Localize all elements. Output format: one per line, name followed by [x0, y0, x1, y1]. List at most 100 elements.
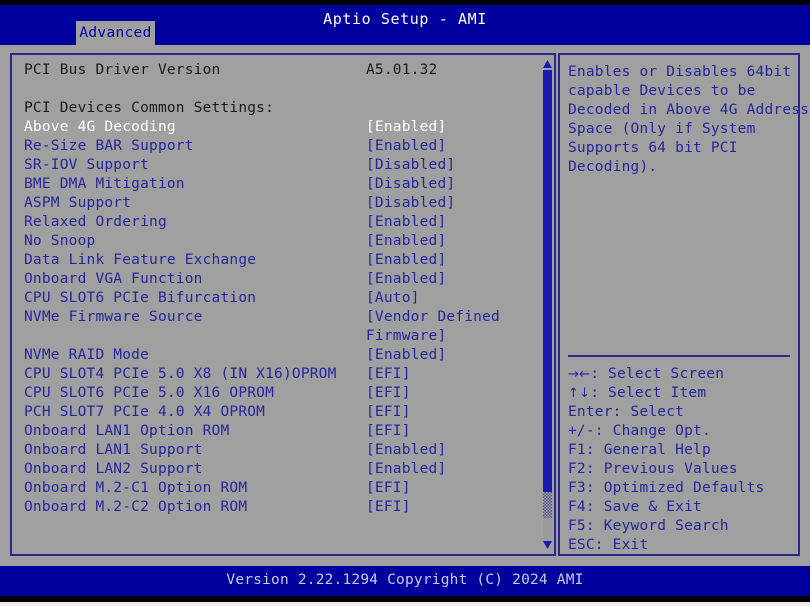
settings-row[interactable]: CPU SLOT6 PCIe 5.0 X16 OPROM [EFI] — [24, 384, 524, 403]
setting-label: Onboard LAN1 Support — [24, 442, 203, 458]
settings-row[interactable]: NVMe RAID Mode [Enabled] — [24, 346, 524, 365]
help-divider — [568, 355, 790, 357]
help-line: capable Devices to be — [568, 83, 756, 99]
setting-label: CPU SLOT6 PCIe Bifurcation — [24, 290, 257, 306]
key-hint-label: Enter: Select — [568, 404, 685, 420]
settings-row[interactable]: Onboard LAN2 Support [Enabled] — [24, 460, 524, 479]
settings-row[interactable]: CPU SLOT4 PCIe 5.0 X8 (IN X16)OPROM [EFI] — [24, 365, 524, 384]
setting-value[interactable]: [Enabled] — [366, 346, 446, 365]
setting-value[interactable]: [EFI] — [366, 479, 411, 498]
setting-value[interactable]: [Enabled] — [366, 441, 446, 460]
settings-row: PCI Devices Common Settings: — [24, 99, 524, 118]
settings-row[interactable]: NVMe Firmware Source [Vendor Defined — [24, 308, 524, 327]
setting-value[interactable]: [Enabled] — [366, 232, 446, 251]
setting-value[interactable]: [EFI] — [366, 403, 411, 422]
key-hint-label: F4: Save & Exit — [568, 499, 702, 515]
settings-row[interactable]: BME DMA Mitigation [Disabled] — [24, 175, 524, 194]
settings-row[interactable]: SR-IOV Support [Disabled] — [24, 156, 524, 175]
setting-value[interactable]: [EFI] — [366, 422, 411, 441]
triangle-down-icon[interactable] — [542, 540, 553, 549]
key-hint-label: F5: Keyword Search — [568, 518, 729, 534]
help-line: Decoded in Above 4G Address — [568, 102, 810, 118]
bottom-black-strip — [0, 596, 810, 602]
help-panel: Enables or Disables 64bit capable Devices… — [558, 53, 810, 556]
setting-label: CPU SLOT4 PCIe 5.0 X8 (IN X16)OPROM — [24, 366, 337, 382]
setting-value[interactable]: [EFI] — [366, 384, 411, 403]
setting-value[interactable]: [EFI] — [366, 365, 411, 384]
setting-value[interactable]: [Enabled] — [366, 137, 446, 156]
settings-row[interactable]: No Snoop [Enabled] — [24, 232, 524, 251]
settings-row[interactable]: Onboard M.2-C2 Option ROM [EFI] — [24, 498, 524, 517]
key-hint: +/-: Change Opt. — [568, 422, 793, 441]
help-line: Enables or Disables 64bit — [568, 64, 792, 80]
scrollbar-thumb[interactable] — [543, 70, 552, 492]
setting-value[interactable]: [Enabled] — [366, 460, 446, 479]
key-hint: F3: Optimized Defaults — [568, 479, 793, 498]
vertical-scrollbar[interactable] — [541, 59, 554, 550]
setting-value: Firmware] — [366, 328, 447, 344]
settings-row[interactable]: ASPM Support [Disabled] — [24, 194, 524, 213]
key-hint-label: : Select Item — [590, 385, 707, 401]
setting-label: No Snoop — [24, 233, 96, 249]
key-hint: F2: Previous Values — [568, 460, 793, 479]
setting-label: Onboard LAN1 Option ROM — [24, 423, 230, 439]
setting-value[interactable]: [Disabled] — [366, 175, 455, 194]
settings-row[interactable]: Re-Size BAR Support [Enabled] — [24, 137, 524, 156]
help-line: Decoding). — [568, 159, 658, 175]
setting-value[interactable]: [EFI] — [366, 498, 411, 517]
scrollbar-remainder — [543, 492, 552, 518]
settings-row[interactable]: Onboard LAN1 Support [Enabled] — [24, 441, 524, 460]
setting-label: Onboard LAN2 Support — [24, 461, 203, 477]
setting-label: Relaxed Ordering — [24, 214, 167, 230]
setting-label: Above 4G Decoding — [24, 119, 176, 135]
arrow-keys-icon: ↑↓ — [568, 386, 591, 401]
setting-value: A5.01.32 — [366, 62, 438, 78]
setting-label: Onboard M.2-C1 Option ROM — [24, 480, 248, 496]
key-legend: →←: Select Screen ↑↓: Select Item Enter: S… — [568, 365, 793, 555]
settings-row[interactable]: PCH SLOT7 PCIe 4.0 X4 OPROM [EFI] — [24, 403, 524, 422]
arrow-keys-icon: →← — [568, 367, 591, 382]
scrollbar-track[interactable] — [543, 70, 552, 539]
settings-row[interactable]: Onboard VGA Function [Enabled] — [24, 270, 524, 289]
bios-setup-screen: Aptio Setup - AMI Advanced PCI Bus Drive… — [0, 0, 810, 606]
settings-panel: PCI Bus Driver Version A5.01.32 PCI Device… — [10, 53, 556, 556]
key-hint: Enter: Select — [568, 403, 793, 422]
tab-advanced[interactable]: Advanced — [76, 21, 155, 45]
setting-value[interactable]: [Vendor Defined — [366, 308, 500, 327]
setting-label: Onboard VGA Function — [24, 271, 203, 287]
key-hint: ↑↓: Select Item — [568, 384, 793, 403]
setting-label: CPU SLOT6 PCIe 5.0 X16 OPROM — [24, 385, 275, 401]
setting-value[interactable]: [Auto] — [366, 289, 420, 308]
key-hint-label: F3: Optimized Defaults — [568, 480, 765, 496]
key-hint: F5: Keyword Search — [568, 517, 793, 536]
help-line: Supports 64 bit PCI — [568, 140, 738, 156]
setting-value[interactable]: [Enabled] — [366, 118, 446, 137]
setting-label: Re-Size BAR Support — [24, 138, 194, 154]
setting-value[interactable]: [Enabled] — [366, 270, 446, 289]
setting-value[interactable]: [Disabled] — [366, 156, 455, 175]
setting-value[interactable]: [Enabled] — [366, 213, 446, 232]
key-hint-label: ESC: Exit — [568, 537, 649, 553]
settings-row[interactable]: Data Link Feature Exchange [Enabled] — [24, 251, 524, 270]
setting-label: NVMe RAID Mode — [24, 347, 150, 363]
triangle-up-icon[interactable] — [542, 60, 553, 69]
version-copyright: Version 2.22.1294 Copyright (C) 2024 AMI — [226, 572, 584, 588]
settings-row[interactable]: Onboard LAN1 Option ROM [EFI] — [24, 422, 524, 441]
setting-label: BME DMA Mitigation — [24, 176, 185, 192]
help-line: Space (Only if System — [568, 121, 756, 137]
settings-row[interactable]: Onboard M.2-C1 Option ROM [EFI] — [24, 479, 524, 498]
settings-row[interactable]: Relaxed Ordering [Enabled] — [24, 213, 524, 232]
setting-label: SR-IOV Support — [24, 157, 150, 173]
key-hint-label: F1: General Help — [568, 442, 711, 458]
key-hint-label: +/-: Change Opt. — [568, 423, 711, 439]
key-hint: ESC: Exit — [568, 536, 793, 555]
setting-label: ASPM Support — [24, 195, 132, 211]
setting-value[interactable]: [Disabled] — [366, 194, 455, 213]
help-description: Enables or Disables 64bit capable Devices… — [568, 63, 810, 177]
setting-value[interactable]: [Enabled] — [366, 251, 446, 270]
settings-row[interactable]: Above 4G Decoding [Enabled] — [24, 118, 524, 137]
setting-label: PCI Bus Driver Version — [24, 62, 221, 78]
setting-label: PCI Devices Common Settings: — [24, 100, 275, 116]
settings-row[interactable]: CPU SLOT6 PCIe Bifurcation [Auto] — [24, 289, 524, 308]
setting-label: Data Link Feature Exchange — [24, 252, 257, 268]
